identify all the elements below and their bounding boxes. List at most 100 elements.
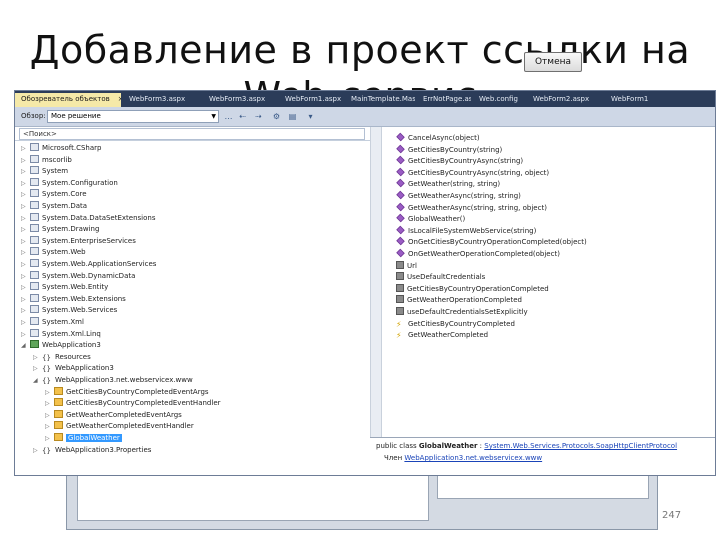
tree-item[interactable]: ▷{} WebApplication3.Properties <box>33 445 151 457</box>
detail-namespace-link[interactable]: WebApplication3.net.webservicex.www <box>404 454 542 462</box>
expand-arrow-icon[interactable]: ▷ <box>21 305 30 316</box>
member-item[interactable]: Url <box>396 260 417 273</box>
browse-scope-select[interactable]: Мое решение ▼ <box>47 110 219 123</box>
expand-arrow-icon[interactable]: ▷ <box>21 236 30 247</box>
expand-arrow-icon[interactable]: ▷ <box>45 433 54 444</box>
tree-item[interactable]: ▷ GetWeatherCompletedEventArgs <box>45 409 182 422</box>
tree-item[interactable]: ▷{} Resources <box>33 352 91 364</box>
cancel-button[interactable]: Отмена <box>524 52 582 72</box>
member-item[interactable]: IsLocalFileSystemWebService(string) <box>396 225 536 238</box>
tree-item[interactable]: ▷ System.Web <box>21 247 86 259</box>
expand-arrow-icon[interactable]: ▷ <box>33 352 42 363</box>
member-item[interactable]: GlobalWeather() <box>396 213 465 226</box>
method-icon <box>396 144 405 153</box>
tree-item[interactable]: ▷ System.EnterpriseServices <box>21 235 136 248</box>
add-reference-icon[interactable]: ▤ <box>287 111 298 122</box>
tab-2[interactable]: WebForm3.aspx <box>203 93 277 107</box>
expand-arrow-icon[interactable]: ▷ <box>45 421 54 432</box>
member-item[interactable]: GetCitiesByCountryAsync(string, object) <box>396 167 549 180</box>
member-item[interactable]: ⚡ GetCitiesByCountryCompleted <box>396 319 515 331</box>
expand-arrow-icon[interactable]: ▷ <box>33 363 42 374</box>
expand-arrow-icon[interactable]: ▷ <box>21 143 30 154</box>
member-item[interactable]: useDefaultCredentialsSetExplicitly <box>396 307 528 319</box>
tree-item[interactable]: ▷ Microsoft.CSharp <box>21 143 101 155</box>
expand-arrow-icon[interactable]: ▷ <box>45 398 54 409</box>
expand-arrow-icon[interactable]: ▷ <box>21 247 30 258</box>
expand-arrow-icon[interactable]: ▷ <box>21 329 30 340</box>
tab-7[interactable]: WebForm2.aspx <box>527 93 603 107</box>
tree-item[interactable]: ▷ GetCitiesByCountryCompletedEventArgs <box>45 386 209 399</box>
tree-item[interactable]: ▷ System.Data <box>21 201 87 213</box>
tab-0[interactable]: Обозреватель объектов × <box>15 93 121 107</box>
tree-item[interactable]: ▷ System.Drawing <box>21 224 99 236</box>
tab-8[interactable]: WebForm1 <box>605 93 715 107</box>
pane-splitter[interactable] <box>370 127 382 475</box>
tab-4[interactable]: MainTemplate.Master <box>345 93 415 107</box>
tree-item-label: System.Web.Entity <box>42 283 109 292</box>
settings-gear-icon[interactable]: ⚙ <box>271 111 282 122</box>
expand-arrow-icon[interactable]: ▷ <box>21 294 30 305</box>
member-item[interactable]: UseDefaultCredentials <box>396 272 485 284</box>
tree-item[interactable]: ▷ System.Xml <box>21 317 84 329</box>
expand-arrow-icon[interactable]: ▷ <box>33 445 42 456</box>
tree-item[interactable]: ◢ WebApplication3 <box>21 340 101 352</box>
tab-6[interactable]: Web.config <box>473 93 525 107</box>
member-item[interactable]: GetWeatherAsync(string, string) <box>396 190 521 203</box>
options-dropdown-icon[interactable]: ▾ <box>305 111 316 122</box>
tree-item[interactable]: ◢{} WebApplication3.net.webservicex.www <box>33 375 193 387</box>
tree-item[interactable]: ▷ System.Web.DynamicData <box>21 270 135 283</box>
expand-arrow-icon[interactable]: ◢ <box>33 375 42 386</box>
expand-arrow-icon[interactable]: ▷ <box>21 317 30 328</box>
close-icon[interactable]: × <box>118 95 121 103</box>
expand-arrow-icon[interactable]: ▷ <box>45 387 54 398</box>
expand-arrow-icon[interactable]: ▷ <box>21 213 30 224</box>
tree-item[interactable]: ▷ System.Web.Services <box>21 305 117 317</box>
tree-item[interactable]: ▷ mscorlib <box>21 154 72 167</box>
tree-item[interactable]: ▷ System.Xml.Linq <box>21 328 101 341</box>
back-arrow-icon[interactable]: ⇠ <box>237 111 248 122</box>
member-item[interactable]: OnGetCitiesByCountryOperationCompleted(o… <box>396 237 587 249</box>
expand-arrow-icon[interactable]: ▷ <box>21 166 30 177</box>
search-input[interactable]: <Поиск> <box>19 128 365 140</box>
member-item[interactable]: ⚡ GetWeatherCompleted <box>396 330 488 342</box>
tree-item[interactable]: ▷ System.Data.DataSetExtensions <box>21 212 156 225</box>
expand-arrow-icon[interactable]: ▷ <box>21 282 30 293</box>
member-item[interactable]: GetWeatherOperationCompleted <box>396 295 522 307</box>
tree-item[interactable]: ▷ System.Core <box>21 189 87 201</box>
expand-arrow-icon[interactable]: ▷ <box>21 178 30 189</box>
tree-item[interactable]: ▷ System.Web.Entity <box>21 282 108 294</box>
method-icon <box>396 167 405 177</box>
tree-item[interactable]: ▷ GetCitiesByCountryCompletedEventHandler <box>45 398 221 410</box>
expand-arrow-icon[interactable]: ▷ <box>21 155 30 166</box>
member-item[interactable]: GetCitiesByCountryOperationCompleted <box>396 283 549 296</box>
tree-item[interactable]: ▷ GetWeatherCompletedEventHandler <box>45 421 194 433</box>
tab-3[interactable]: WebForm1.aspx <box>279 93 343 107</box>
detail-base-class-link[interactable]: System.Web.Services.Protocols.SoapHttpCl… <box>484 442 677 450</box>
expand-arrow-icon[interactable]: ▷ <box>21 224 30 235</box>
member-item[interactable]: GetWeather(string, string) <box>396 179 500 191</box>
tree-item[interactable]: ▷ System.Configuration <box>21 177 118 190</box>
expand-arrow-icon[interactable]: ▷ <box>21 271 30 282</box>
member-item[interactable]: GetCitiesByCountryAsync(string) <box>396 155 523 168</box>
tree-item[interactable]: ▷ GlobalWeather <box>45 433 122 445</box>
dialog-info-panel <box>437 473 649 499</box>
tree-item[interactable]: ▷ System.Web.ApplicationServices <box>21 259 156 271</box>
browse-dots-icon[interactable]: … <box>223 111 234 122</box>
member-item[interactable]: CancelAsync(object) <box>396 132 480 145</box>
expand-arrow-icon[interactable]: ▷ <box>21 201 30 212</box>
member-label: OnGetWeatherOperationCompleted(object) <box>408 250 560 258</box>
expand-arrow-icon[interactable]: ◢ <box>21 340 30 351</box>
expand-arrow-icon[interactable]: ▷ <box>21 189 30 200</box>
expand-arrow-icon[interactable]: ▷ <box>45 410 54 421</box>
tab-5[interactable]: ErrNotPage.aspx <box>417 93 471 107</box>
tree-item[interactable]: ▷ System.Web.Extensions <box>21 293 126 306</box>
forward-arrow-icon[interactable]: ⇢ <box>253 111 264 122</box>
tab-1[interactable]: WebForm3.aspx <box>123 93 201 107</box>
tree-item[interactable]: ▷{} WebApplication3 <box>33 363 114 375</box>
member-item[interactable]: OnGetWeatherOperationCompleted(object) <box>396 248 560 261</box>
tree-item-label: WebApplication3 <box>55 364 114 373</box>
expand-arrow-icon[interactable]: ▷ <box>21 259 30 270</box>
member-item[interactable]: GetCitiesByCountry(string) <box>396 144 502 157</box>
tree-item[interactable]: ▷ System <box>21 166 68 178</box>
member-item[interactable]: GetWeatherAsync(string, string, object) <box>396 202 547 215</box>
